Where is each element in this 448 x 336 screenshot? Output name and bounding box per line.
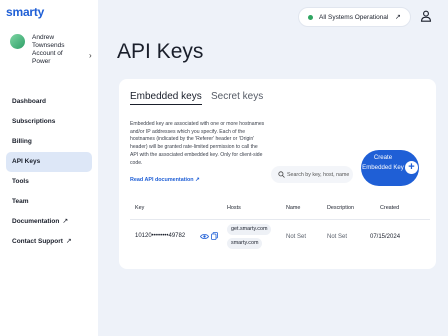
- key-value: 10120••••••••49782: [135, 233, 186, 239]
- column-header-created: Created: [380, 205, 400, 211]
- tab-secret-keys[interactable]: Secret keys: [211, 91, 263, 102]
- sidebar-item-label: Dashboard: [12, 98, 46, 105]
- column-header-hosts: Hosts: [227, 205, 241, 211]
- external-link-icon: ↗: [195, 177, 200, 183]
- plus-icon: +: [405, 161, 418, 174]
- sidebar-item-label: Team: [12, 198, 29, 205]
- user-icon[interactable]: [420, 10, 432, 22]
- sidebar-item-label: Contact Support: [12, 238, 63, 245]
- chevron-right-icon: ›: [89, 51, 92, 60]
- host-chip: get.smarty.com: [227, 224, 272, 235]
- embedded-keys-description: Embedded key are associated with one or …: [130, 121, 265, 166]
- docs-link-label: Read API documentation: [130, 177, 194, 183]
- sidebar: smarty Andrew Townsends Account of Power…: [0, 0, 98, 336]
- eye-icon[interactable]: [200, 233, 209, 240]
- sidebar-item-documentation[interactable]: Documentation ↗: [6, 212, 92, 232]
- sidebar-item-api-keys[interactable]: API Keys: [6, 152, 92, 172]
- sidebar-item-label: API Keys: [12, 158, 41, 165]
- search-icon: [278, 171, 285, 178]
- key-created-date: 07/15/2024: [370, 234, 401, 240]
- sidebar-item-tools[interactable]: Tools: [6, 172, 92, 192]
- sidebar-item-label: Billing: [12, 138, 32, 145]
- sidebar-item-label: Subscriptions: [12, 118, 56, 125]
- column-header-key: Key: [135, 205, 145, 211]
- key-description: Not Set: [327, 234, 348, 240]
- table-divider: [130, 219, 430, 220]
- avatar: [10, 34, 25, 49]
- sidebar-item-billing[interactable]: Billing: [6, 132, 92, 152]
- column-header-description: Description: [327, 205, 354, 211]
- create-button-label: Create Embedded Key: [362, 154, 404, 171]
- external-link-icon: ↗: [62, 218, 69, 225]
- api-keys-card: Embedded keys Secret keys Embedded key a…: [119, 79, 436, 269]
- column-header-name: Name: [286, 205, 301, 211]
- account-switcher[interactable]: Andrew Townsends Account of Power ›: [10, 34, 96, 72]
- create-embedded-key-button[interactable]: Create Embedded Key +: [361, 150, 419, 186]
- sidebar-item-dashboard[interactable]: Dashboard: [6, 92, 92, 112]
- sidebar-item-subscriptions[interactable]: Subscriptions: [6, 112, 92, 132]
- sidebar-item-team[interactable]: Team: [6, 192, 92, 212]
- sidebar-item-contact-support[interactable]: Contact Support ↗: [6, 232, 92, 252]
- sidebar-item-label: Documentation: [12, 218, 60, 225]
- host-chip: smarty.com: [227, 238, 263, 249]
- system-status-pill[interactable]: All Systems Operational ↗: [298, 7, 411, 27]
- sidebar-item-label: Tools: [12, 178, 29, 185]
- status-text: All Systems Operational: [319, 14, 389, 21]
- account-name: Andrew Townsends Account of Power: [32, 34, 65, 65]
- search-box: [271, 166, 353, 183]
- search-input[interactable]: [287, 169, 349, 180]
- api-documentation-link[interactable]: Read API documentation ↗: [130, 177, 200, 183]
- external-link-icon: ↗: [65, 238, 72, 245]
- external-link-icon: ↗: [395, 14, 401, 21]
- sidebar-nav: Dashboard Subscriptions Billing API Keys…: [6, 92, 92, 252]
- tab-embedded-keys[interactable]: Embedded keys: [130, 91, 202, 105]
- smarty-logo[interactable]: smarty: [6, 5, 44, 19]
- copy-icon[interactable]: [211, 232, 218, 240]
- page-title: API Keys: [117, 40, 204, 63]
- key-name: Not Set: [286, 234, 307, 240]
- status-dot-icon: [308, 15, 313, 20]
